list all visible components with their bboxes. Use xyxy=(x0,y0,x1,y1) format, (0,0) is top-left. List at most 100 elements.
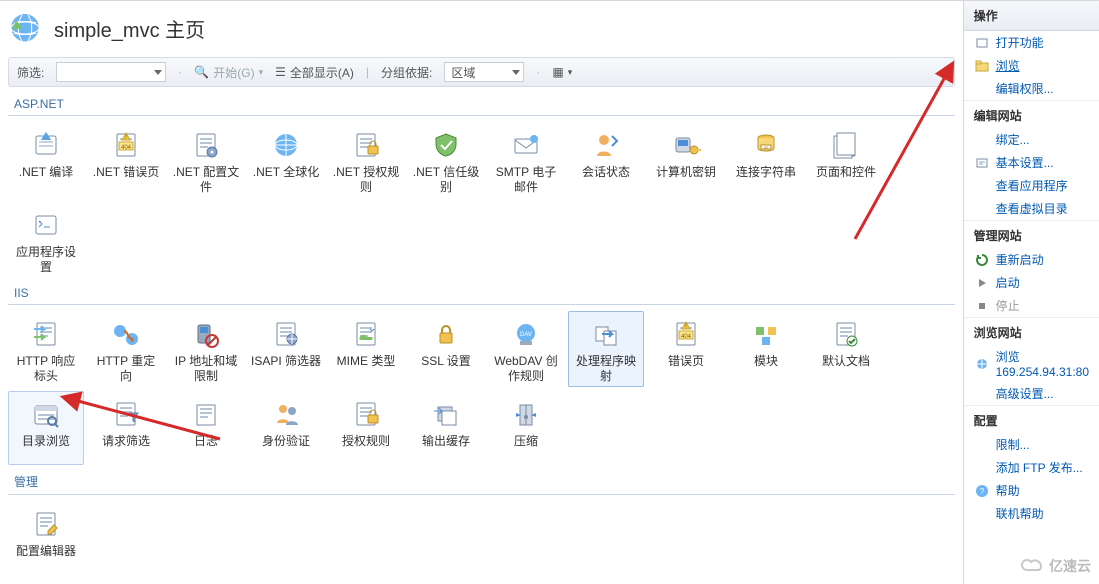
actions-list: 打开功能浏览编辑权限...编辑网站绑定...基本设置...查看应用程序查看虚拟目… xyxy=(964,31,1099,525)
group-by-combo[interactable]: 区域 xyxy=(444,62,524,82)
handler-icon xyxy=(588,318,624,350)
feature-trust[interactable]: .NET 信任级别 xyxy=(408,122,484,198)
feature-label: .NET 错误页 xyxy=(91,165,161,193)
actions-title: 操作 xyxy=(964,1,1099,31)
feature-label: 压缩 xyxy=(491,434,561,462)
authn-icon xyxy=(268,398,304,430)
group-title-aspnet: ASP.NET xyxy=(14,97,955,111)
feature-error404[interactable]: 404!错误页 xyxy=(648,311,724,387)
feature-reqfilter[interactable]: 请求筛选 xyxy=(88,391,164,465)
action-编辑权限...[interactable]: 编辑权限... xyxy=(964,77,1099,100)
feature-label: .NET 全球化 xyxy=(251,165,321,193)
action-帮助[interactable]: ?帮助 xyxy=(964,479,1099,502)
feature-appsettings[interactable]: 应用程序设置 xyxy=(8,202,84,278)
feature-http-head[interactable]: HTTP 响应标头 xyxy=(8,311,84,387)
page-header: simple_mvc 主页 xyxy=(8,11,955,45)
world-icon xyxy=(974,356,990,372)
help-icon: ? xyxy=(974,483,990,499)
view-icon: ▦ xyxy=(552,65,563,79)
action-浏览[interactable]: 浏览 xyxy=(964,54,1099,77)
feature-iprestrict[interactable]: IP 地址和域限制 xyxy=(168,311,244,387)
feature-connstr[interactable]: ab 连接字符串 xyxy=(728,122,804,198)
feature-isapi[interactable]: ISAPI 筛选器 xyxy=(248,311,324,387)
action-限制...[interactable]: 限制... xyxy=(964,433,1099,456)
feature-globe-net[interactable]: .NET 全球化 xyxy=(248,122,324,198)
feature-machinekey[interactable]: 计算机密钥 xyxy=(648,122,724,198)
svg-text:ab: ab xyxy=(764,145,769,150)
actions-panel: 操作 打开功能浏览编辑权限...编辑网站绑定...基本设置...查看应用程序查看… xyxy=(963,1,1099,584)
show-all-button[interactable]: ☰ 全部显示(A) xyxy=(275,64,354,81)
feature-label: 连接字符串 xyxy=(731,165,801,193)
action-浏览 169.254.94.31:80[interactable]: 浏览 169.254.94.31:80 xyxy=(964,345,1099,382)
feature-authz[interactable]: 授权规则 xyxy=(328,391,404,465)
action-label: 打开功能 xyxy=(996,34,1044,51)
feature-session[interactable]: 会话状态 xyxy=(568,122,644,198)
explorer-icon xyxy=(974,58,990,74)
action-高级设置...[interactable]: 高级设置... xyxy=(964,382,1099,405)
globe-net-icon xyxy=(268,129,304,161)
feature-label: HTTP 响应标头 xyxy=(11,354,81,384)
feature-pages[interactable]: 页面和控件 xyxy=(808,122,884,198)
action-停止: 停止 xyxy=(964,294,1099,317)
feature-label: SMTP 电子邮件 xyxy=(491,165,561,195)
feature-auth-rule[interactable]: .NET 授权规则 xyxy=(328,122,404,198)
binoculars-icon: 🔍 xyxy=(194,65,209,79)
toolbar: 筛选: · 🔍 开始(G) ▾ ☰ 全部显示(A) | 分组依据: 区域 · xyxy=(8,57,955,87)
feature-label: 计算机密钥 xyxy=(651,165,721,193)
action-label: 查看应用程序 xyxy=(996,177,1068,194)
feature-defaultdoc[interactable]: 默认文档 xyxy=(808,311,884,387)
start-button[interactable]: 🔍 开始(G) ▾ xyxy=(194,64,263,81)
settings-icon xyxy=(974,155,990,171)
feature-compress[interactable]: 压缩 xyxy=(488,391,564,465)
feature-cache[interactable]: 输出缓存 xyxy=(408,391,484,465)
feature-log[interactable]: 日志 xyxy=(168,391,244,465)
isapi-icon xyxy=(268,318,304,350)
feature-modules[interactable]: 模块 xyxy=(728,311,804,387)
feature-redirect[interactable]: HTTP 重定向 xyxy=(88,311,164,387)
stop-icon xyxy=(974,298,990,314)
ssl-icon xyxy=(428,318,464,350)
chevron-down-icon xyxy=(154,70,162,75)
action-联机帮助[interactable]: 联机帮助 xyxy=(964,502,1099,525)
feature-config-editor[interactable]: 配置编辑器 xyxy=(8,501,84,575)
feature-label: 配置编辑器 xyxy=(11,544,81,572)
action-启动[interactable]: 启动 xyxy=(964,271,1099,294)
feature-mime[interactable]: MIME 类型 xyxy=(328,311,404,387)
feature-label: 默认文档 xyxy=(811,354,881,382)
group-rule xyxy=(8,115,955,116)
feature-label: .NET 授权规则 xyxy=(331,165,401,195)
action-添加 FTP 发布...[interactable]: 添加 FTP 发布... xyxy=(964,456,1099,479)
config-editor-icon xyxy=(28,508,64,540)
session-icon xyxy=(588,129,624,161)
compress-icon xyxy=(508,398,544,430)
group-rule xyxy=(8,304,955,305)
action-label: 高级设置... xyxy=(996,385,1054,402)
feature-webdav[interactable]: DAVWebDAV 创作规则 xyxy=(488,311,564,387)
feature-label: 身份验证 xyxy=(251,434,321,462)
action-查看虚拟目录[interactable]: 查看虚拟目录 xyxy=(964,197,1099,220)
side-group-title: 配置 xyxy=(964,405,1099,433)
action-打开功能[interactable]: 打开功能 xyxy=(964,31,1099,54)
feature-handler[interactable]: 处理程序映射 xyxy=(568,311,644,387)
show-all-icon: ☰ xyxy=(275,65,286,79)
feature-smtp[interactable]: SMTP 电子邮件 xyxy=(488,122,564,198)
mime-icon xyxy=(348,318,384,350)
webdav-icon: DAV xyxy=(508,318,544,350)
action-基本设置...[interactable]: 基本设置... xyxy=(964,151,1099,174)
feature-error404[interactable]: 404!.NET 错误页 xyxy=(88,122,164,198)
feature-ssl[interactable]: SSL 设置 xyxy=(408,311,484,387)
feature-label: 错误页 xyxy=(651,354,721,382)
feature-dirbrowse[interactable]: 目录浏览 xyxy=(8,391,84,465)
feature-grid-iis: HTTP 响应标头HTTP 重定向IP 地址和域限制ISAPI 筛选器MIME … xyxy=(8,311,955,465)
feature-compile[interactable]: .NET 编译 xyxy=(8,122,84,198)
filter-combo[interactable] xyxy=(56,62,166,82)
action-绑定...[interactable]: 绑定... xyxy=(964,128,1099,151)
action-查看应用程序[interactable]: 查看应用程序 xyxy=(964,174,1099,197)
smtp-icon xyxy=(508,129,544,161)
iprestrict-icon xyxy=(188,318,224,350)
action-重新启动[interactable]: 重新启动 xyxy=(964,248,1099,271)
feature-authn[interactable]: 身份验证 xyxy=(248,391,324,465)
view-mode-button[interactable]: ▦ ▾ xyxy=(552,65,572,79)
feature-config[interactable]: .NET 配置文件 xyxy=(168,122,244,198)
connstr-icon: ab xyxy=(748,129,784,161)
